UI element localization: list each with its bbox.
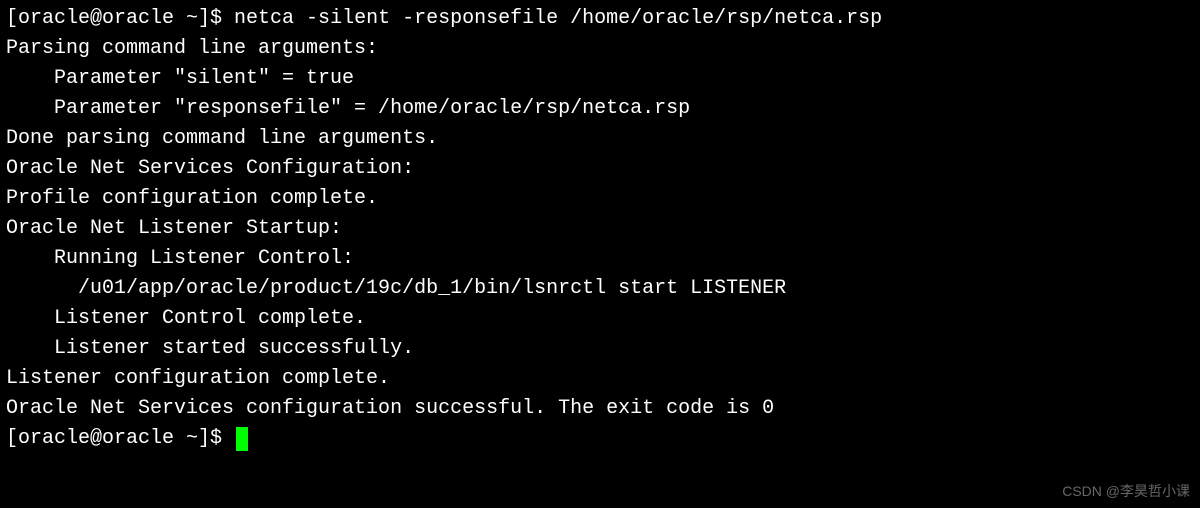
output-line: Running Listener Control: [6, 244, 1194, 274]
watermark-text: CSDN @李昊哲小课 [1062, 481, 1190, 502]
command-line-1: [oracle@oracle ~]$ netca -silent -respon… [6, 4, 1194, 34]
shell-prompt: [oracle@oracle ~]$ [6, 424, 234, 454]
typed-command: netca -silent -responsefile /home/oracle… [234, 4, 882, 34]
output-line: Done parsing command line arguments. [6, 124, 1194, 154]
output-line: Parsing command line arguments: [6, 34, 1194, 64]
output-line: Profile configuration complete. [6, 184, 1194, 214]
output-line: Listener started successfully. [6, 334, 1194, 364]
output-line: Listener configuration complete. [6, 364, 1194, 394]
shell-prompt: [oracle@oracle ~]$ [6, 4, 234, 34]
output-line: Parameter "silent" = true [6, 64, 1194, 94]
output-line: Parameter "responsefile" = /home/oracle/… [6, 94, 1194, 124]
output-line: Oracle Net Services configuration succes… [6, 394, 1194, 424]
output-line: Listener Control complete. [6, 304, 1194, 334]
command-line-2[interactable]: [oracle@oracle ~]$ [6, 424, 1194, 454]
output-line: Oracle Net Services Configuration: [6, 154, 1194, 184]
cursor-block [236, 427, 248, 451]
output-line: Oracle Net Listener Startup: [6, 214, 1194, 244]
output-line: /u01/app/oracle/product/19c/db_1/bin/lsn… [6, 274, 1194, 304]
